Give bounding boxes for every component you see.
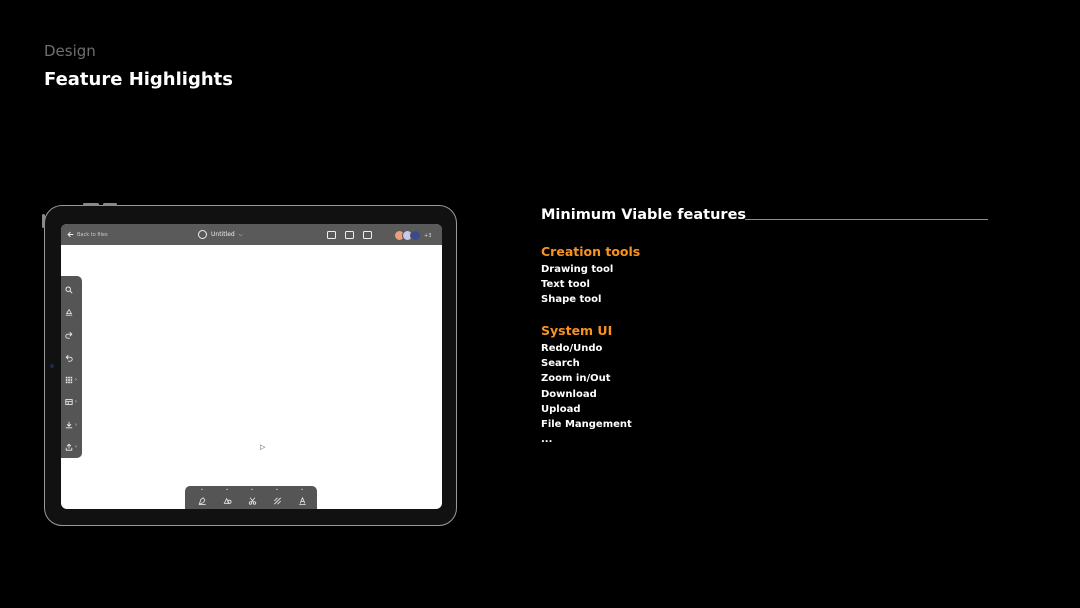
upload-tool[interactable]: › <box>65 441 79 453</box>
group-title-creation-tools: Creation tools <box>541 244 641 259</box>
app-topbar: Back to files Untitled ⌵ +3 <box>61 224 442 245</box>
text-tool[interactable]: ˆ <box>296 489 308 507</box>
chevron-up-icon: ˆ <box>250 489 254 496</box>
list-item: Drawing tool <box>541 264 614 275</box>
page-title: Feature Highlights <box>44 69 233 90</box>
chevron-right-icon: › <box>75 444 77 450</box>
list-item: ... <box>541 434 553 446</box>
tablet-volume-button <box>83 203 99 206</box>
pen-tool-icon <box>198 497 206 505</box>
scissors-tool[interactable]: ˆ <box>246 489 258 507</box>
pattern-tool-icon <box>273 497 281 505</box>
back-to-files-label: Back to files <box>77 231 108 238</box>
group-title-system-ui: System UI <box>541 323 613 338</box>
chevron-up-icon: ˆ <box>275 489 279 496</box>
undo-tool[interactable] <box>65 352 79 364</box>
sticky-note-icon[interactable] <box>327 230 336 239</box>
redo-icon <box>65 331 73 339</box>
canvas-cursor: ▷ <box>260 443 266 451</box>
tablet-mockup: Back to files Untitled ⌵ +3 › › › › ▷ ˆ … <box>42 203 457 526</box>
chevron-up-icon: ˆ <box>300 489 304 496</box>
search-icon <box>65 286 73 294</box>
chevron-up-icon: ˆ <box>225 489 229 496</box>
layout-icon <box>65 399 73 405</box>
features-title: Minimum Viable features <box>541 207 747 223</box>
list-item: Zoom in/Out <box>541 373 611 385</box>
text-tool-icon <box>298 496 306 505</box>
grid-tool[interactable]: › <box>65 374 79 386</box>
document-title-button[interactable]: Untitled ⌵ <box>198 224 243 245</box>
document-title: Untitled <box>211 231 235 238</box>
section-label: Design <box>44 42 96 60</box>
scissors-tool-icon <box>248 497 256 505</box>
collaborator-avatars[interactable]: +3 <box>394 230 431 241</box>
shapes-tool-icon <box>223 497 231 504</box>
present-icon[interactable] <box>363 230 372 239</box>
chevron-down-icon: ⌵ <box>238 231 243 238</box>
pattern-tool[interactable]: ˆ <box>271 489 283 507</box>
front-camera <box>50 364 54 368</box>
chevron-right-icon: › <box>75 377 77 383</box>
grid-icon <box>65 376 73 384</box>
chevron-right-icon: › <box>75 399 77 405</box>
bottom-toolbar: ˆ ˆ ˆ ˆ ˆ <box>185 486 317 509</box>
list-item: Download <box>541 388 597 400</box>
layout-tool[interactable]: › <box>65 396 79 408</box>
collaborator-count: +3 <box>424 232 432 239</box>
pen-tool[interactable]: ˆ <box>196 489 208 507</box>
search-tool[interactable] <box>65 284 79 296</box>
list-item: Shape tool <box>541 294 602 306</box>
eraser-tool[interactable] <box>65 306 79 318</box>
list-item: Upload <box>541 403 581 415</box>
redo-tool[interactable] <box>65 329 79 341</box>
back-arrow-icon <box>67 231 74 238</box>
tablet-screen: Back to files Untitled ⌵ +3 › › › › ▷ ˆ … <box>61 224 442 509</box>
list-item: Redo/Undo <box>541 343 603 354</box>
download-icon <box>65 421 73 429</box>
user-avatar-icon <box>198 230 207 239</box>
tablet-side-button <box>42 214 45 228</box>
comment-icon[interactable] <box>345 230 354 239</box>
upload-icon <box>65 443 73 451</box>
list-item: Text tool <box>541 279 590 291</box>
chevron-up-icon: ˆ <box>200 489 204 496</box>
download-tool[interactable]: › <box>65 419 79 431</box>
avatar <box>410 230 421 241</box>
list-item: Search <box>541 358 580 370</box>
undo-icon <box>65 354 73 362</box>
eraser-icon <box>65 308 73 316</box>
left-toolbar: › › › › <box>61 276 82 458</box>
system-ui-list: Redo/Undo Search Zoom in/Out Download Up… <box>541 341 632 447</box>
features-divider <box>745 219 988 220</box>
creation-tools-list: Drawing tool Text tool Shape tool <box>541 262 613 308</box>
back-to-files-link[interactable]: Back to files <box>67 224 108 245</box>
shapes-tool[interactable]: ˆ <box>221 489 233 507</box>
chevron-right-icon: › <box>75 422 77 428</box>
tablet-power-button <box>103 203 117 206</box>
list-item: File Mangement <box>541 418 632 430</box>
top-action-icons <box>327 224 372 245</box>
